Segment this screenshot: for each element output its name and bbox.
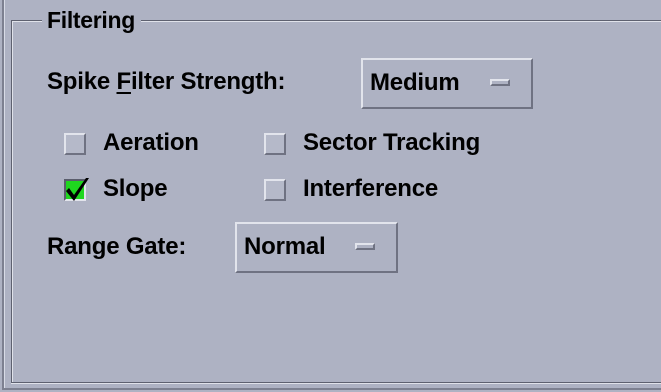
group-title: Filtering xyxy=(42,6,142,34)
spike-filter-label: Spike Filter Strength: xyxy=(47,67,286,97)
range-gate-menu[interactable]: Normal xyxy=(235,222,398,273)
filtering-panel: Filtering Spike Filter Strength: Medium … xyxy=(0,0,661,392)
checkmark-icon xyxy=(66,178,89,201)
interference-checkbox[interactable] xyxy=(264,179,286,201)
spike-filter-label-suffix: ilter Strength: xyxy=(130,68,286,95)
spike-filter-strength-menu[interactable]: Medium xyxy=(361,58,533,109)
aeration-checkbox[interactable] xyxy=(64,133,86,155)
interference-label[interactable]: Interference xyxy=(303,174,438,204)
slope-checkbox[interactable] xyxy=(64,178,89,201)
spike-filter-label-prefix: Spike xyxy=(47,68,117,95)
option-menu-indicator-icon xyxy=(490,79,510,86)
range-gate-value: Normal xyxy=(244,233,326,260)
sector-tracking-label[interactable]: Sector Tracking xyxy=(303,128,480,158)
range-gate-label: Range Gate: xyxy=(47,233,187,260)
aeration-label[interactable]: Aeration xyxy=(103,128,199,158)
spike-filter-strength-value: Medium xyxy=(370,69,460,96)
spike-filter-label-mnemonic: F xyxy=(116,68,132,95)
option-menu-indicator-icon xyxy=(355,243,375,250)
slope-label[interactable]: Slope xyxy=(103,174,168,204)
sector-tracking-checkbox[interactable] xyxy=(264,133,286,155)
